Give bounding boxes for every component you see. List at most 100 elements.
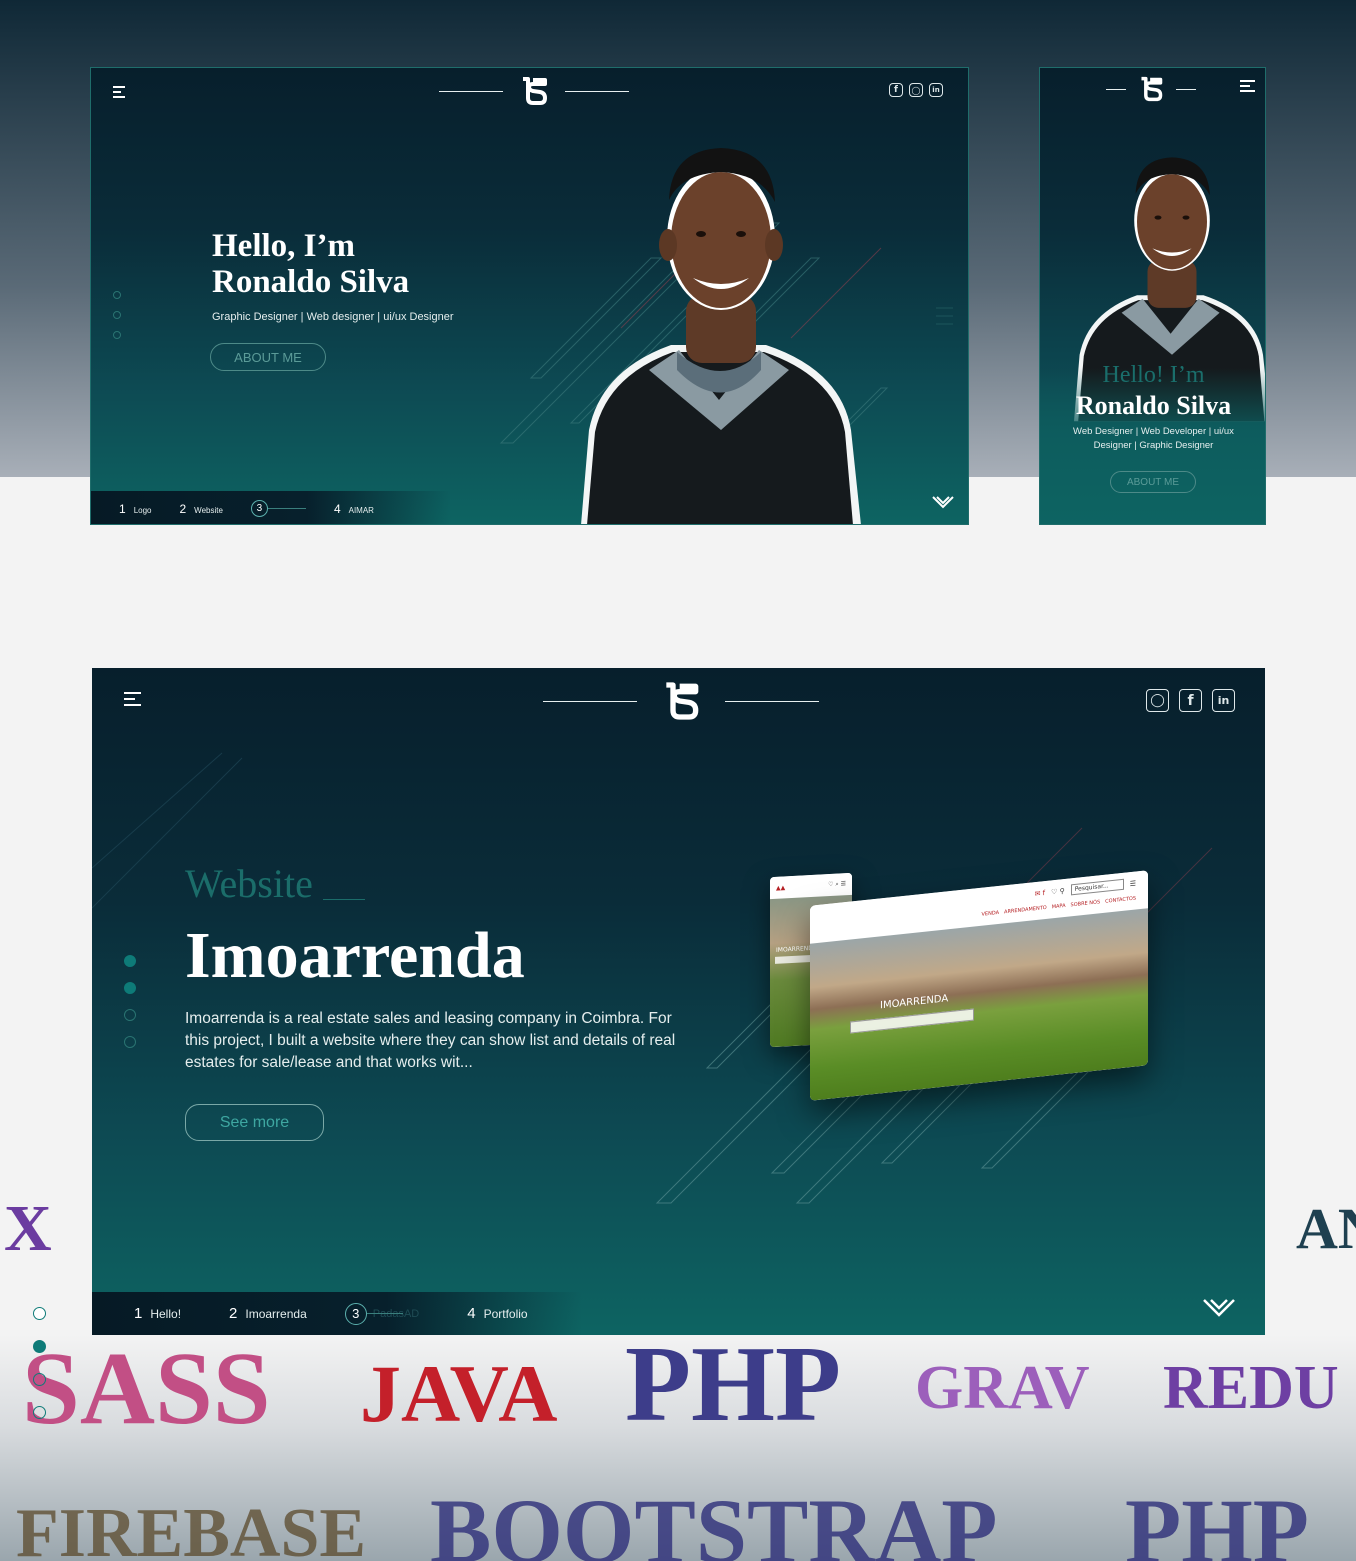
nav-label: Hello! [150, 1307, 182, 1321]
slide-dot[interactable] [124, 1036, 136, 1048]
scroll-down-icon[interactable] [1202, 1298, 1236, 1318]
logo-icon [523, 77, 547, 105]
progress-line [267, 508, 306, 509]
nav-item-hello[interactable]: 1 Hello! [134, 1305, 181, 1322]
nav-label: AIMAR [348, 505, 374, 515]
current-slide-indicator: 3 [250, 500, 268, 517]
facebook-icon[interactable]: f [1179, 689, 1202, 712]
skills-dots [33, 1307, 46, 1419]
slide-dot[interactable] [124, 1009, 136, 1021]
mockup-menu-item: CONTACTOS [1105, 895, 1136, 905]
mobile-hero-line2: Ronaldo Silva [1075, 391, 1232, 420]
mockup-logo: ▲▲ [776, 883, 786, 892]
desktop-slide-nav: 1 Logo 2 Website 3 4 AIMAR [91, 491, 451, 524]
nav-label: Logo [133, 505, 152, 515]
nav-number: 1 [119, 501, 126, 516]
category-label: Website [185, 861, 313, 906]
current-slide-indicator: 3 [344, 1302, 367, 1325]
skill-word-java: JAVA [360, 1348, 558, 1439]
skill-word-redux: REDU [1163, 1354, 1339, 1422]
about-me-button[interactable]: ABOUT ME [210, 343, 326, 371]
mockup-menu-item: VENDA [981, 909, 1000, 918]
skill-word-php-2: PHP [1125, 1480, 1309, 1561]
skill-word-edge-right: AN [1296, 1200, 1356, 1258]
slide-dot[interactable] [113, 311, 121, 319]
logo-group[interactable] [543, 681, 819, 721]
nav-item-aimar[interactable]: 4 AIMAR [334, 502, 374, 516]
mockup-menu-item: MAPA [1051, 902, 1066, 911]
nav-item-current[interactable]: 3 PadasAD [344, 1302, 420, 1325]
skill-word-grav: GRAV [915, 1354, 1090, 1422]
menu-icon[interactable] [124, 692, 141, 706]
social-links: f ◯ in [889, 83, 943, 97]
nav-number: 2 [229, 1305, 238, 1322]
mockup-menu-item: SOBRE NÓS [1070, 899, 1101, 909]
nav-number: 4 [467, 1305, 476, 1322]
logo-group[interactable] [439, 76, 629, 106]
project-category: Website [185, 864, 365, 904]
nav-item-website[interactable]: 2 Website [179, 502, 222, 516]
progress-line [366, 1312, 403, 1314]
mobile-logo-group[interactable] [1106, 76, 1196, 102]
see-more-button[interactable]: See more [185, 1104, 324, 1141]
instagram-icon[interactable]: ◯ [1146, 689, 1169, 712]
linkedin-icon[interactable]: in [929, 83, 943, 97]
slide-dot[interactable] [33, 1406, 46, 1419]
hero-line2: Ronaldo Silva [212, 264, 410, 301]
mockup-brand: IMOARRENDA [880, 993, 949, 1012]
skill-word-edge-left: X [4, 1192, 52, 1265]
skills-band: SASS JAVA PHP GRAV REDU FIREBASE BOOTSTR… [0, 1335, 1356, 1561]
desktop-hero-panel: f ◯ in Hello, I’m Ronaldo Silva Graphic … [90, 67, 969, 525]
linkedin-icon[interactable]: in [1212, 689, 1235, 712]
slide-dot-active[interactable] [33, 1340, 46, 1353]
slide-dot[interactable] [113, 331, 121, 339]
slide-dots [113, 291, 121, 339]
mobile-about-me-button[interactable]: ABOUT ME [1110, 471, 1196, 493]
skill-word-firebase: FIREBASE [16, 1495, 367, 1561]
skill-word-bootstrap: BOOTSTRAP [430, 1480, 998, 1561]
slide-dot[interactable] [33, 1373, 46, 1386]
website-mockup: ▲▲ ♡ ⌕ ☰ IMOARRENDA ✉ f ♡ ⚲ Pesquisar...… [770, 870, 1150, 1103]
nav-item-imoarrenda[interactable]: 2 Imoarrenda [229, 1305, 307, 1322]
nav-label: Imoarrenda [245, 1307, 307, 1321]
slide-dot[interactable] [113, 291, 121, 299]
nav-label-faded: PadasAD [372, 1307, 420, 1320]
nav-label: Portfolio [483, 1307, 528, 1321]
mobile-tagline: Web Designer | Web Developer | ui/ux Des… [1073, 426, 1234, 452]
skill-word-php: PHP [625, 1335, 841, 1444]
mobile-hero-panel: Hello! I’m Ronaldo Silva Web Designer | … [1039, 67, 1266, 525]
category-underline [322, 899, 365, 900]
logo-icon [1141, 76, 1163, 102]
project-description: Imoarrenda is a real estate sales and le… [185, 1010, 676, 1071]
facebook-icon[interactable]: f [889, 83, 903, 97]
nav-number: 2 [179, 501, 187, 516]
slide-dot-active[interactable] [124, 982, 136, 994]
slide-dot-active[interactable] [124, 955, 136, 967]
project-panel: ◯ f in Website Imoarrenda Imoarrenda is … [92, 668, 1265, 1335]
mockup-desktop: ✉ f ♡ ⚲ Pesquisar... ☰ VENDA ARRENDAMENT… [810, 870, 1148, 1101]
nav-item-logo[interactable]: 1 Logo [119, 502, 151, 516]
nav-number: 1 [134, 1305, 143, 1322]
mockup-menu-item: ARRENDAMENTO [1004, 904, 1047, 916]
menu-icon[interactable] [1240, 80, 1255, 92]
project-slide-nav: 1 Hello! 2 Imoarrenda 3 PadasAD 4 Portfo… [92, 1292, 582, 1335]
project-title: Imoarrenda [185, 919, 525, 992]
nav-item-portfolio[interactable]: 4 Portfolio [467, 1305, 527, 1322]
hero-tagline: Graphic Designer | Web designer | ui/ux … [212, 311, 454, 323]
instagram-icon[interactable]: ◯ [909, 83, 923, 97]
skill-word-sass: SASS [22, 1335, 271, 1446]
menu-icon[interactable] [113, 86, 125, 98]
mockup-search: Pesquisar... [1070, 878, 1124, 896]
mobile-hero-line1: Hello! I’m [1102, 362, 1205, 388]
slide-dots [124, 955, 136, 1048]
slide-dot[interactable] [33, 1307, 46, 1320]
nav-item-current[interactable]: 3 [250, 500, 306, 517]
hero-line1: Hello, I’m [212, 228, 355, 264]
profile-photo [581, 148, 861, 524]
hero-heading: Hello, I’m Ronaldo Silva [212, 228, 409, 301]
nav-number: 4 [333, 501, 341, 516]
social-links: ◯ f in [1146, 689, 1235, 712]
scroll-down-icon[interactable] [931, 495, 955, 511]
nav-label: Website [194, 505, 223, 515]
logo-icon [666, 682, 699, 720]
